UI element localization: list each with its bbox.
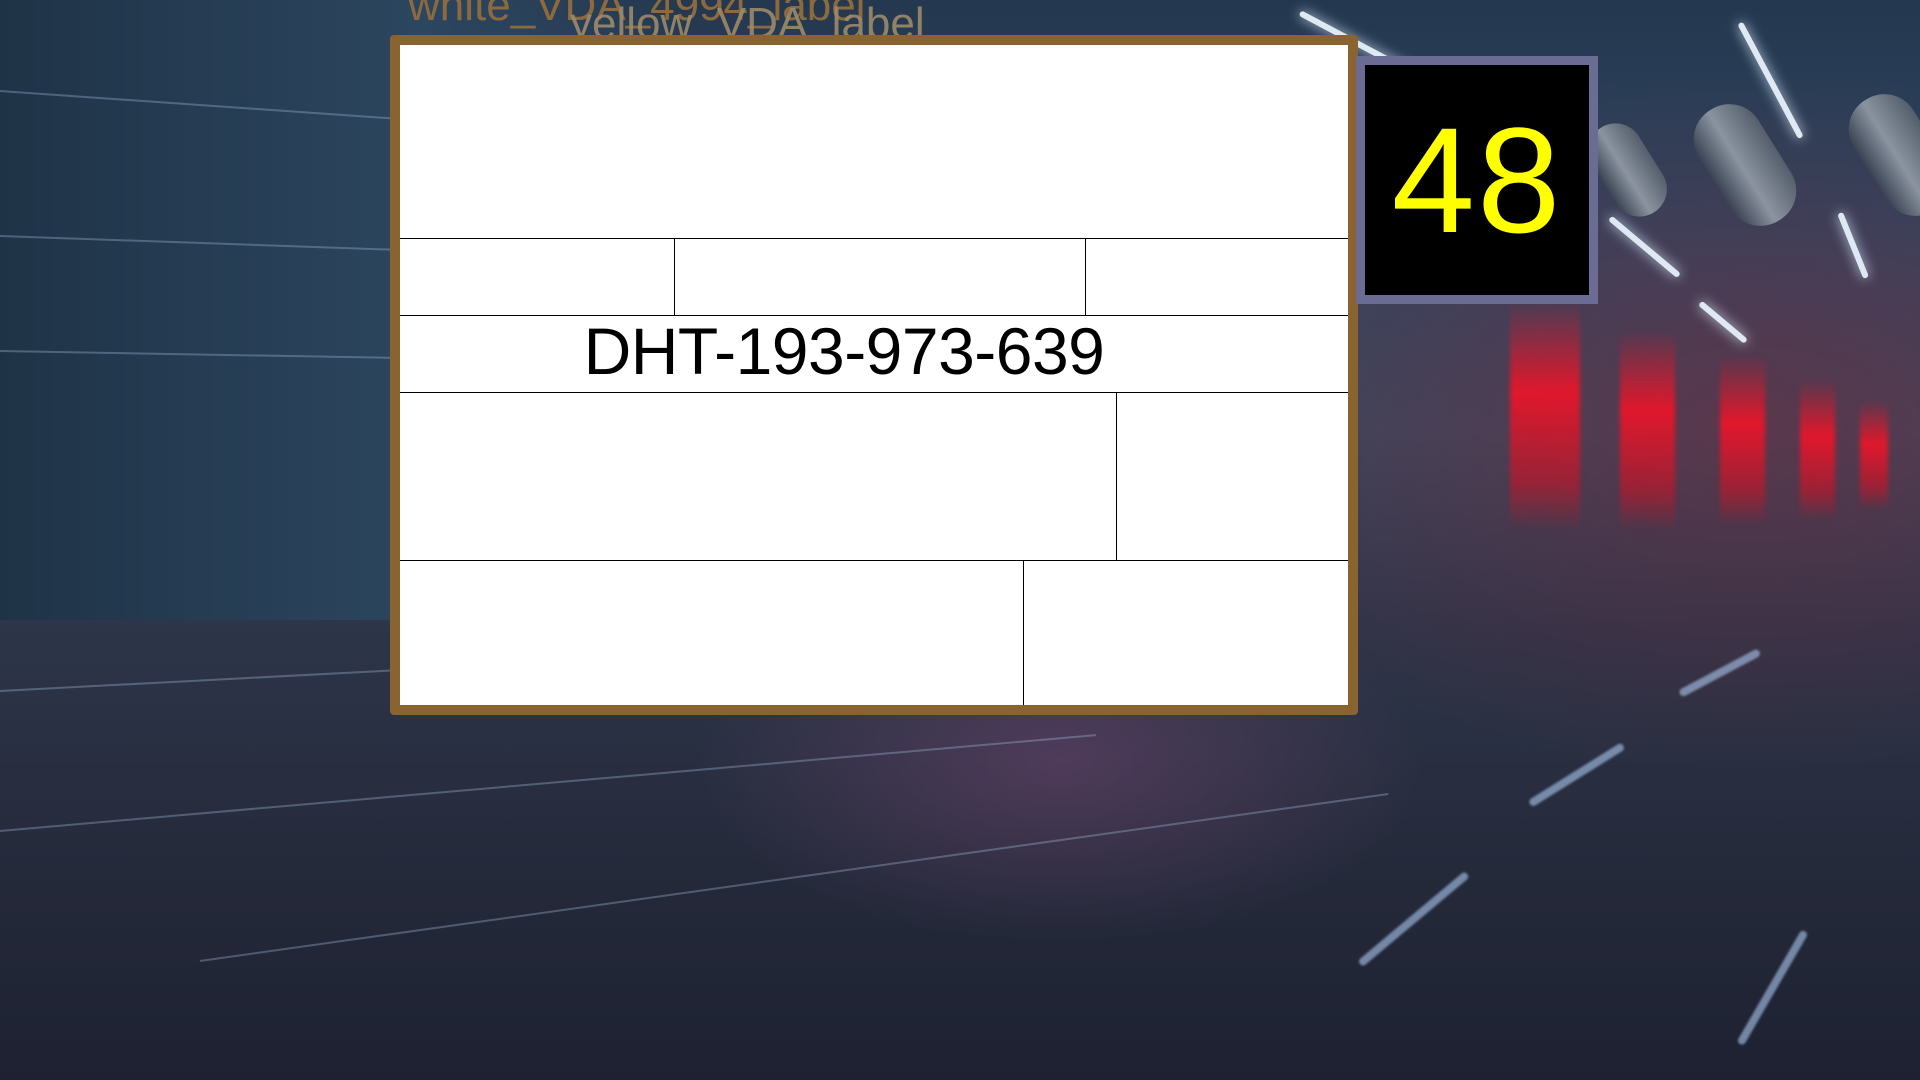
red-light-panel bbox=[1620, 330, 1675, 530]
number-badge: 48 bbox=[1356, 56, 1598, 304]
red-light-panel bbox=[1720, 355, 1765, 525]
red-light-panel bbox=[1510, 300, 1580, 530]
label-code-text: DHT-193-973-639 bbox=[583, 314, 1105, 388]
red-light-panel bbox=[1800, 380, 1835, 520]
red-light-panel bbox=[1860, 400, 1888, 510]
card-cell-divider bbox=[674, 238, 675, 315]
label-card: DHT-193-973-639 bbox=[390, 35, 1358, 715]
card-cell-divider bbox=[1023, 560, 1024, 705]
card-row-divider bbox=[400, 560, 1348, 561]
number-badge-value: 48 bbox=[1391, 96, 1563, 264]
card-row-divider bbox=[400, 392, 1348, 393]
card-row-divider bbox=[400, 238, 1348, 239]
card-cell-divider bbox=[1085, 238, 1086, 315]
card-cell-divider bbox=[1116, 392, 1117, 560]
